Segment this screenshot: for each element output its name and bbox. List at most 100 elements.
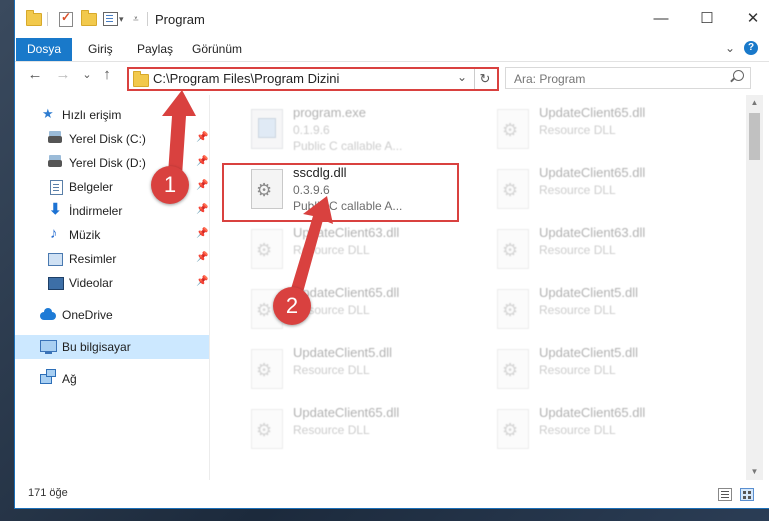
properties-icon[interactable]: [103, 11, 118, 27]
dll-file-icon: [497, 109, 529, 149]
file-tile[interactable]: UpdateClient63.dll Resource DLL: [241, 223, 471, 279]
file-tile[interactable]: UpdateClient65.dll Resource DLL: [241, 403, 471, 459]
file-name: UpdateClient65.dll: [293, 405, 400, 420]
navigation-bar: ← → ⌄ ↑ C:\Program Files\Program Dizini …: [15, 62, 769, 92]
sidebar-item-network[interactable]: Ağ: [15, 367, 209, 391]
sidebar-item-downloads[interactable]: ⬇ İndirmeler 📌: [15, 199, 209, 223]
minimize-button[interactable]: —: [645, 8, 677, 30]
tab-share[interactable]: Paylaş: [137, 38, 173, 61]
star-icon: ★: [42, 106, 54, 121]
vertical-scrollbar[interactable]: ▲ ▼: [746, 95, 763, 480]
address-bar[interactable]: C:\Program Files\Program Dizini ⌄ ↻: [127, 67, 499, 91]
search-box[interactable]: [505, 67, 751, 89]
file-description: Resource DLL: [293, 243, 370, 257]
quick-access-dropdown-icon[interactable]: ▾: [119, 11, 124, 27]
pin-icon: 📌: [196, 180, 209, 191]
search-icon[interactable]: [733, 70, 744, 81]
recent-locations-button[interactable]: ⌄: [77, 68, 97, 81]
file-name: UpdateClient5.dll: [539, 345, 639, 360]
file-description: Resource DLL: [539, 243, 616, 257]
file-description: Public C callable A...: [293, 139, 403, 153]
cloud-icon: [40, 308, 56, 320]
scroll-up-icon[interactable]: ▲: [746, 95, 763, 111]
sidebar-item-this-pc[interactable]: Bu bilgisayar: [15, 335, 209, 359]
dll-file-icon: [497, 169, 529, 209]
file-description: Resource DLL: [539, 423, 616, 437]
dll-file-icon: [497, 409, 529, 449]
sidebar-item-label: OneDrive: [62, 308, 113, 322]
chevron-down-icon[interactable]: ⌄: [725, 41, 735, 55]
customize-toolbar-icon[interactable]: ⩡: [133, 11, 139, 27]
file-tile[interactable]: UpdateClient65.dll Resource DLL: [487, 103, 717, 159]
step-1-badge: 1: [151, 166, 189, 204]
scroll-down-icon[interactable]: ▼: [746, 464, 763, 480]
status-bar: 171 öğe: [15, 482, 769, 506]
dll-file-icon: [497, 349, 529, 389]
ribbon-tabs: Dosya Giriş Paylaş Görünüm ⌄ ?: [15, 38, 769, 62]
new-folder-icon[interactable]: [81, 9, 97, 27]
music-icon: ♪: [50, 225, 58, 242]
checklist-icon[interactable]: [59, 10, 73, 27]
file-description: Resource DLL: [539, 303, 616, 317]
search-input[interactable]: [512, 69, 716, 88]
sidebar-item-label: Yerel Disk (C:): [69, 132, 146, 146]
back-button[interactable]: ←: [25, 66, 45, 83]
documents-icon: [50, 180, 63, 195]
sidebar-item-videos[interactable]: Videolar 📌: [15, 271, 209, 295]
sidebar-item-quick-access[interactable]: ★ Hızlı erişim: [15, 103, 209, 127]
file-tile[interactable]: UpdateClient5.dll Resource DLL: [487, 343, 717, 399]
tab-home[interactable]: Giriş: [88, 38, 113, 61]
dll-file-icon: [497, 289, 529, 329]
file-name: UpdateClient65.dll: [539, 105, 646, 120]
file-tile[interactable]: UpdateClient65.dll Resource DLL: [487, 163, 717, 219]
help-button[interactable]: ?: [744, 41, 758, 55]
sidebar-item-music[interactable]: ♪ Müzik 📌: [15, 223, 209, 247]
network-icon: [40, 369, 56, 384]
file-version: 0.1.9.6: [293, 123, 330, 137]
file-tile[interactable]: program.exe 0.1.9.6 Public C callable A.…: [241, 103, 471, 159]
large-icons-view-icon[interactable]: [740, 488, 754, 501]
pin-icon: 📌: [196, 156, 209, 167]
refresh-button[interactable]: ↻: [474, 69, 495, 89]
sidebar-item-onedrive[interactable]: OneDrive: [15, 303, 209, 327]
file-name: program.exe: [293, 105, 366, 120]
file-explorer-window: ▾ ⩡ Program — ☐ ✕ Dosya Giriş Paylaş Gör…: [15, 0, 769, 508]
computer-icon: [40, 340, 57, 354]
file-tile[interactable]: UpdateClient63.dll Resource DLL: [487, 223, 717, 279]
file-name: UpdateClient65.dll: [539, 165, 646, 180]
file-name: UpdateClient5.dll: [293, 345, 393, 360]
file-name: UpdateClient63.dll: [539, 225, 646, 240]
tab-file[interactable]: Dosya: [16, 38, 72, 61]
file-tile[interactable]: UpdateClient65.dll Resource DLL: [487, 403, 717, 459]
forward-button[interactable]: →: [53, 66, 73, 83]
sidebar-item-label: Yerel Disk (D:): [69, 156, 146, 170]
file-description: Resource DLL: [539, 123, 616, 137]
sidebar-item-label: Belgeler: [69, 180, 114, 194]
scrollbar-thumb[interactable]: [749, 113, 760, 160]
highlight-box-file: [222, 163, 459, 222]
file-name: UpdateClient5.dll: [539, 285, 639, 300]
sidebar-item-label: Ağ: [62, 372, 77, 386]
up-button[interactable]: ↑: [97, 66, 117, 83]
file-tile[interactable]: UpdateClient5.dll Resource DLL: [241, 343, 471, 399]
item-count: 171 öğe: [28, 487, 68, 499]
navigation-pane: ★ Hızlı erişim Yerel Disk (C:) 📌 Yerel D…: [15, 95, 210, 480]
sidebar-item-local-disk-c[interactable]: Yerel Disk (C:) 📌: [15, 127, 209, 151]
maximize-button[interactable]: ☐: [691, 8, 723, 30]
title-separator: [147, 11, 148, 27]
file-description: Resource DLL: [293, 423, 370, 437]
close-button[interactable]: ✕: [737, 8, 769, 30]
download-icon: ⬇: [49, 201, 62, 218]
address-dropdown-icon[interactable]: ⌄: [457, 70, 467, 84]
dll-file-icon: [251, 229, 283, 269]
sidebar-item-pictures[interactable]: Resimler 📌: [15, 247, 209, 271]
address-path[interactable]: C:\Program Files\Program Dizini: [153, 71, 339, 86]
dll-file-icon: [251, 349, 283, 389]
file-name: UpdateClient63.dll: [293, 225, 400, 240]
pin-icon: 📌: [196, 228, 209, 239]
details-view-icon[interactable]: [718, 488, 732, 501]
tab-view[interactable]: Görünüm: [192, 38, 242, 61]
sidebar-item-label: Resimler: [69, 252, 117, 266]
folder-icon: [26, 9, 42, 27]
file-tile[interactable]: UpdateClient5.dll Resource DLL: [487, 283, 717, 339]
